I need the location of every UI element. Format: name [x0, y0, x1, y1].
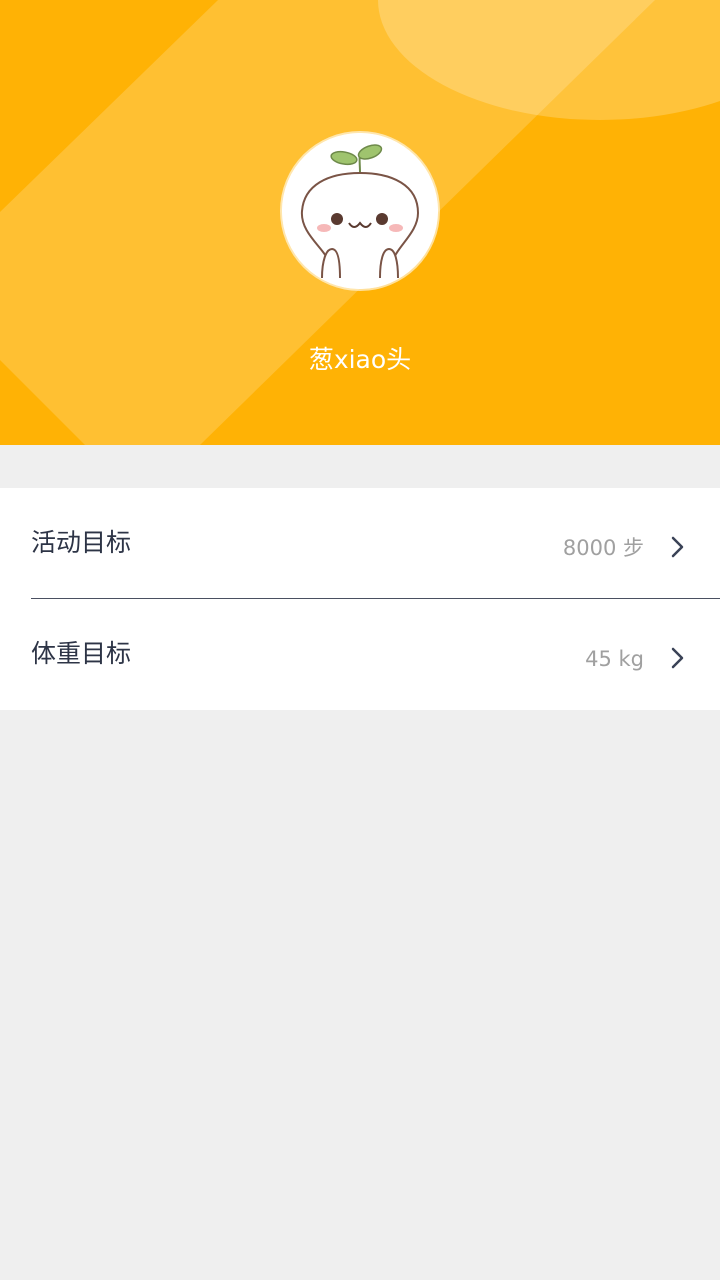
chevron-right-icon: [671, 647, 684, 669]
avatar[interactable]: [282, 133, 438, 289]
weight-goal-label: 体重目标: [31, 639, 132, 668]
goals-list: 活动目标 8000 步 体重目标 45 kg: [0, 488, 720, 710]
weight-goal-row[interactable]: 体重目标 45 kg: [0, 599, 720, 709]
activity-goal-label: 活动目标: [31, 528, 132, 557]
sprout-character-avatar-icon: [282, 133, 438, 289]
profile-header: 葱xiao头: [0, 0, 720, 445]
weight-goal-value: 45 kg: [585, 647, 644, 671]
activity-goal-row[interactable]: 活动目标 8000 步: [0, 488, 720, 598]
username: 葱xiao头: [308, 345, 412, 374]
activity-goal-value: 8000 步: [562, 536, 644, 560]
chevron-right-icon: [671, 536, 684, 558]
